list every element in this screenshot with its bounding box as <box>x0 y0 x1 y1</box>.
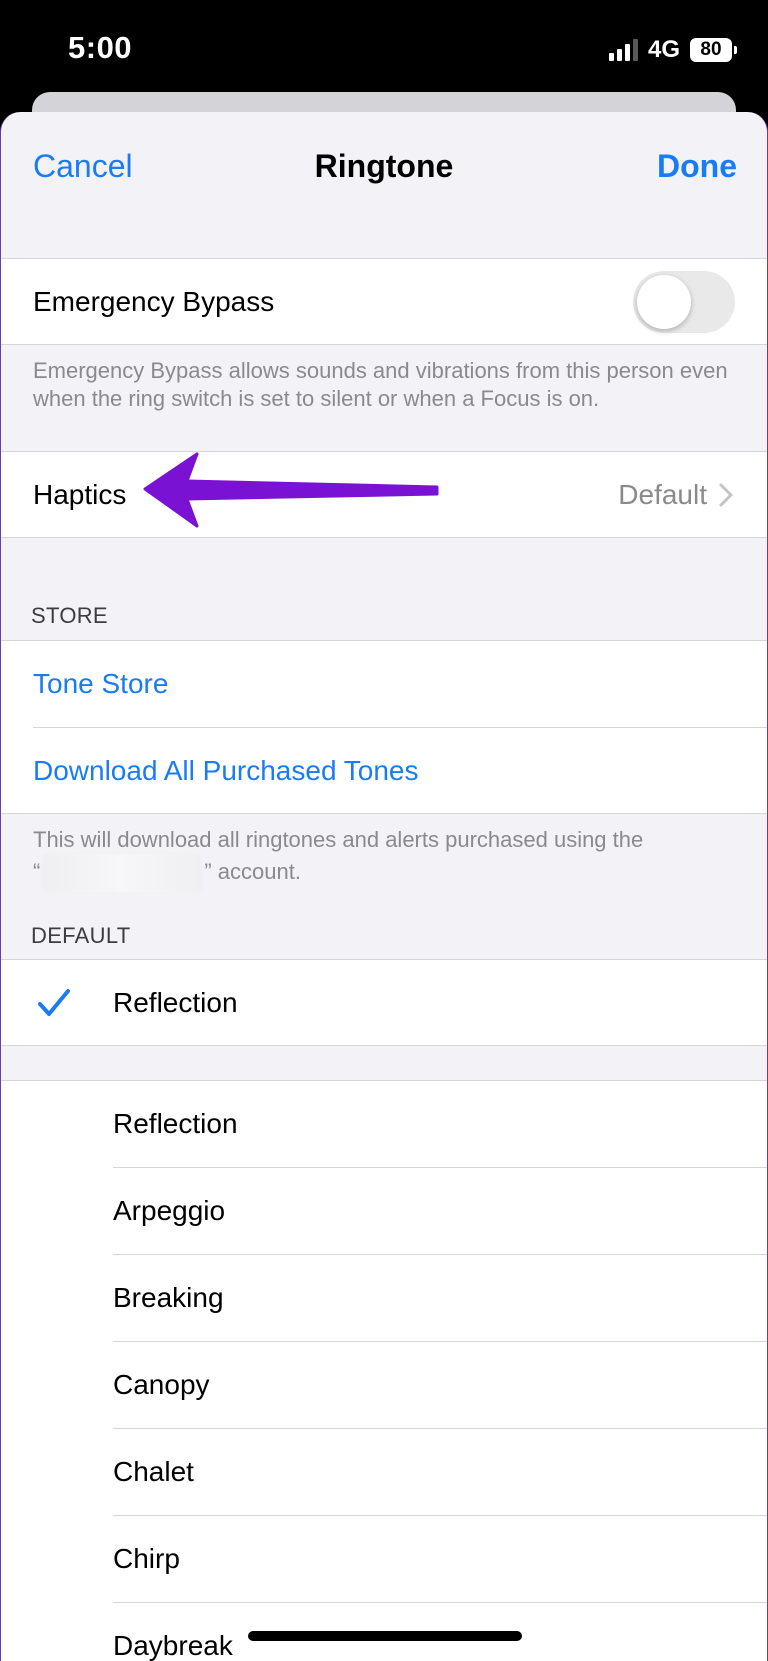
ringtone-list: Reflection Arpeggio Breaking Canopy Chal… <box>1 1081 767 1661</box>
divider <box>1 537 767 538</box>
store-section-header: STORE <box>31 603 108 628</box>
ringtone-label: Arpeggio <box>113 1195 226 1226</box>
signal-bars-icon <box>608 39 638 61</box>
default-tone-label: Reflection <box>113 986 238 1018</box>
ringtone-label: Chirp <box>113 1543 180 1574</box>
emergency-bypass-row: Emergency Bypass <box>1 259 767 344</box>
list-item[interactable]: Breaking <box>1 1255 767 1341</box>
battery-level: 80 <box>700 39 722 60</box>
list-item[interactable]: Chalet <box>1 1429 767 1515</box>
divider <box>1 344 767 345</box>
haptics-row[interactable]: Haptics Default <box>1 452 767 537</box>
store-footer: This will download all ringtones and ale… <box>33 826 735 892</box>
navigation-bar: Cancel Ringtone Done <box>1 112 767 224</box>
default-tone-row[interactable]: Reflection <box>1 960 767 1045</box>
quote-open: “ <box>33 858 41 884</box>
download-purchased-link: Download All Purchased Tones <box>33 754 419 786</box>
haptics-label: Haptics <box>33 478 127 510</box>
status-indicators: 4G 80 <box>608 36 737 64</box>
ringtone-sheet: Cancel Ringtone Done Emergency Bypass Em… <box>0 112 768 1661</box>
ringtone-label: Breaking <box>113 1282 224 1313</box>
emergency-bypass-footer: Emergency Bypass allows sounds and vibra… <box>33 358 728 411</box>
ringtone-label: Canopy <box>113 1369 210 1400</box>
network-type: 4G <box>647 36 680 63</box>
tone-store-link: Tone Store <box>33 668 169 699</box>
status-bar: 5:00 4G 80 <box>0 0 768 100</box>
checkmark-icon <box>38 988 70 1016</box>
chevron-right-icon <box>719 483 733 506</box>
list-item[interactable]: Arpeggio <box>1 1168 767 1254</box>
home-indicator <box>248 1631 522 1641</box>
download-purchased-row[interactable]: Download All Purchased Tones <box>1 728 767 813</box>
ringtone-label: Daybreak <box>113 1630 233 1661</box>
ringtone-label: Reflection <box>113 1108 238 1139</box>
tone-store-row[interactable]: Tone Store <box>1 641 767 727</box>
haptics-value: Default <box>618 478 707 510</box>
divider <box>1 813 767 814</box>
done-button[interactable]: Done <box>657 148 737 185</box>
page-title: Ringtone <box>314 148 454 184</box>
store-group: Tone Store Download All Purchased Tones <box>1 641 767 813</box>
store-footer-line2: “ ” account. <box>33 854 735 892</box>
list-item[interactable]: Reflection <box>1 1081 767 1167</box>
emergency-bypass-toggle[interactable] <box>633 270 735 333</box>
list-item[interactable]: Chirp <box>1 1516 767 1602</box>
list-item[interactable]: Canopy <box>1 1342 767 1428</box>
default-section-header: DEFAULT <box>31 923 131 948</box>
store-footer-line1: This will download all ringtones and ale… <box>33 827 644 852</box>
toggle-knob <box>637 274 691 329</box>
redacted-account <box>42 854 203 892</box>
emergency-bypass-label: Emergency Bypass <box>33 285 275 317</box>
divider <box>1 1045 767 1046</box>
battery-icon: 80 <box>690 38 737 62</box>
status-time: 5:00 <box>68 30 133 65</box>
ringtone-label: Chalet <box>113 1456 194 1487</box>
account-suffix: ” account. <box>204 858 301 884</box>
